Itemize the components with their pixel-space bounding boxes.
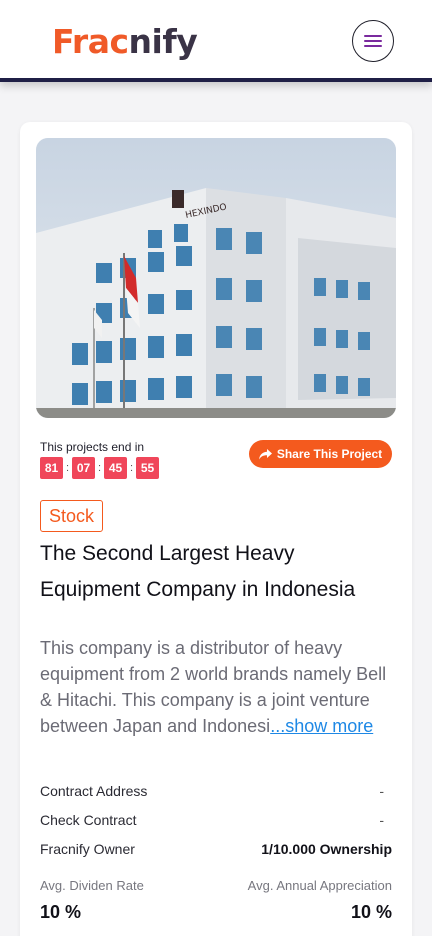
countdown-hours: 07 (72, 457, 95, 479)
countdown-days: 81 (40, 457, 63, 479)
menu-button[interactable] (352, 20, 394, 62)
share-project-button[interactable]: Share This Project (249, 440, 392, 468)
stat-values: 10 % 10 % (40, 902, 392, 923)
share-project-label: Share This Project (276, 447, 383, 461)
project-title: The Second Largest Heavy Equipment Compa… (40, 542, 356, 601)
detail-row-check-contract[interactable]: Check Contract - (40, 812, 392, 828)
stat-labels: Avg. Dividen Rate Avg. Annual Appreciati… (40, 878, 392, 893)
fracnify-logo[interactable]: Fracnify (52, 20, 198, 64)
category-badge: Stock (40, 500, 104, 532)
detail-row-fracnify-owner: Fracnify Owner 1/10.000 Ownership (40, 841, 392, 857)
project-image: HEXINDO (36, 138, 396, 418)
detail-row-contract-address: Contract Address - (40, 783, 392, 799)
show-more-link[interactable]: ...show more (270, 716, 373, 736)
logo-text-part1: Frac (52, 22, 129, 61)
dividen-rate-value: 10 % (40, 902, 82, 922)
detail-label: Contract Address (40, 783, 148, 799)
countdown-label: This projects end in (40, 440, 145, 454)
project-card: HEXINDO This projects end in 81: 07: 4… (20, 122, 412, 936)
detail-value: 1/10.000 Ownership (261, 841, 392, 857)
top-header: Fracnify (0, 0, 432, 82)
annual-appreciation-value: 10 % (350, 902, 392, 922)
countdown-minutes: 45 (104, 457, 127, 479)
countdown-timer: 81 : 07 : 45 : 55 (40, 457, 159, 479)
detail-label: Fracnify Owner (40, 841, 135, 857)
countdown-seconds: 55 (136, 457, 159, 479)
share-icon (258, 448, 272, 459)
logo-text-part2: nify (128, 22, 198, 61)
detail-value: - (379, 783, 384, 799)
detail-value: - (379, 812, 384, 828)
annual-appreciation-label: Avg. Annual Appreciation (247, 878, 392, 893)
project-description: This company is a distributor of heavy e… (40, 635, 390, 739)
detail-label: Check Contract (40, 812, 137, 828)
hamburger-menu-icon (364, 35, 382, 47)
dividen-rate-label: Avg. Dividen Rate (40, 878, 144, 893)
